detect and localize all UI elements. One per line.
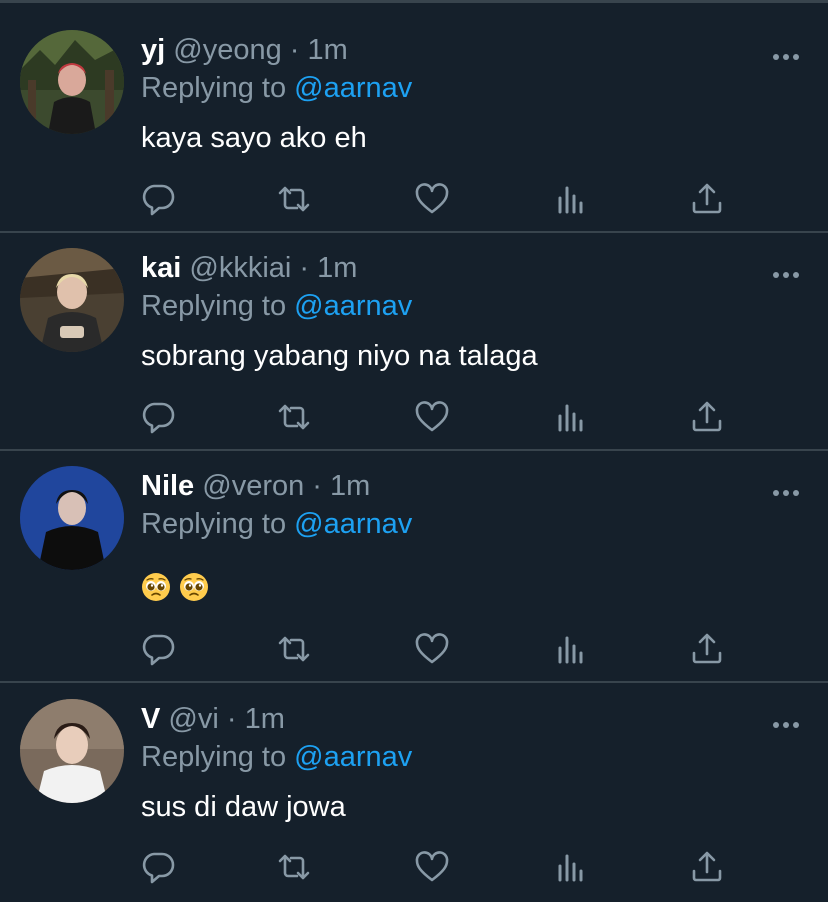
mention-link[interactable]: @aarnav [294, 741, 412, 773]
more-options-icon[interactable] [772, 716, 800, 724]
display-name[interactable]: kai [141, 252, 181, 284]
separator-dot: · [312, 470, 322, 502]
replying-prefix: Replying to [141, 72, 287, 104]
mention-link[interactable]: @aarnav [294, 508, 412, 540]
reply-icon[interactable] [140, 849, 176, 885]
analytics-icon[interactable] [552, 399, 588, 435]
user-handle[interactable]: @kkkiai [189, 252, 291, 284]
share-icon[interactable] [689, 631, 725, 667]
replying-prefix: Replying to [141, 508, 287, 540]
display-name[interactable]: Nile [141, 470, 194, 502]
analytics-icon[interactable] [552, 849, 588, 885]
like-icon[interactable] [414, 631, 450, 667]
tweet[interactable]: yj @yeong · 1m Replying to @aarnav kaya … [0, 3, 828, 233]
analytics-icon[interactable] [552, 631, 588, 667]
like-icon[interactable] [414, 849, 450, 885]
analytics-icon[interactable] [552, 181, 588, 217]
display-name[interactable]: yj [141, 34, 165, 66]
like-icon[interactable] [414, 181, 450, 217]
replying-to: Replying to @aarnav [141, 506, 412, 542]
user-handle[interactable]: @yeong [173, 34, 281, 66]
timestamp[interactable]: 1m [330, 470, 370, 502]
tweet-actions [0, 399, 828, 435]
tweet[interactable]: V @vi · 1m Replying to @aarnav sus di da… [0, 683, 828, 902]
avatar[interactable] [20, 248, 124, 352]
retweet-icon[interactable] [276, 849, 312, 885]
replying-to: Replying to @aarnav [141, 70, 412, 106]
tweet-header: Nile @veron · 1m [141, 468, 370, 504]
mention-link[interactable]: @aarnav [294, 72, 412, 104]
tweet-actions [0, 631, 828, 667]
replying-to: Replying to @aarnav [141, 288, 412, 324]
avatar[interactable] [20, 466, 124, 570]
tweet-text: sus di daw jowa [141, 791, 346, 823]
retweet-icon[interactable] [276, 181, 312, 217]
retweet-icon[interactable] [276, 399, 312, 435]
tweet[interactable]: Nile @veron · 1m Replying to @aarnav 🥺 🥺 [0, 451, 828, 683]
tweet-header: yj @yeong · 1m [141, 32, 348, 68]
more-options-icon[interactable] [772, 48, 800, 56]
replying-prefix: Replying to [141, 741, 287, 773]
timestamp[interactable]: 1m [308, 34, 348, 66]
tweet-text: 🥺 🥺 [141, 568, 217, 604]
more-options-icon[interactable] [772, 266, 800, 274]
tweet-header: kai @kkkiai · 1m [141, 250, 357, 286]
tweet-text: sobrang yabang niyo na talaga [141, 340, 538, 372]
separator-dot: · [289, 34, 300, 66]
share-icon[interactable] [689, 849, 725, 885]
reply-icon[interactable] [140, 181, 176, 217]
reply-icon[interactable] [140, 399, 176, 435]
tweet-actions [0, 181, 828, 217]
tweet-header: V @vi · 1m [141, 701, 285, 737]
reply-icon[interactable] [140, 631, 176, 667]
share-icon[interactable] [689, 181, 725, 217]
tweet-actions [0, 849, 828, 885]
timestamp[interactable]: 1m [317, 252, 357, 284]
replying-prefix: Replying to [141, 290, 287, 322]
tweet[interactable]: kai @kkkiai · 1m Replying to @aarnav sob… [0, 233, 828, 451]
retweet-icon[interactable] [276, 631, 312, 667]
replying-to: Replying to @aarnav [141, 739, 412, 775]
separator-dot: · [299, 252, 310, 284]
tweet-text: kaya sayo ako eh [141, 122, 367, 154]
separator-dot: · [226, 703, 237, 735]
avatar[interactable] [20, 699, 124, 803]
timestamp[interactable]: 1m [245, 703, 285, 735]
avatar[interactable] [20, 30, 124, 134]
mention-link[interactable]: @aarnav [294, 290, 412, 322]
user-handle[interactable]: @vi [168, 703, 218, 735]
display-name[interactable]: V [141, 703, 160, 735]
share-icon[interactable] [689, 399, 725, 435]
like-icon[interactable] [414, 399, 450, 435]
user-handle[interactable]: @veron [202, 470, 304, 502]
more-options-icon[interactable] [772, 484, 800, 492]
